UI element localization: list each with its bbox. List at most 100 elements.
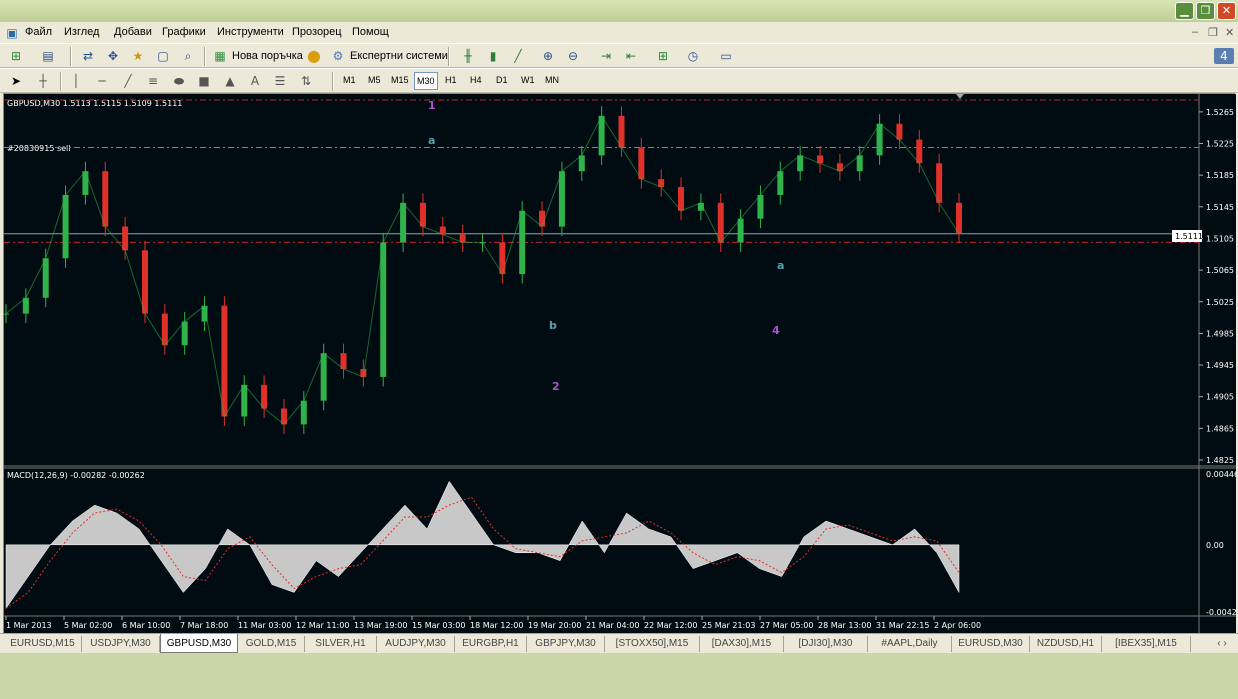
chart-tab[interactable]: [DJI30],M30 bbox=[784, 636, 868, 652]
candle-body bbox=[419, 202, 426, 227]
new-order-icon[interactable]: ▦ bbox=[212, 48, 228, 64]
indicators-icon[interactable]: ⊞ bbox=[655, 48, 671, 64]
candle-body bbox=[956, 202, 962, 234]
channel-icon[interactable]: ≡ bbox=[145, 73, 161, 89]
candle-body bbox=[737, 218, 744, 243]
maximize-button[interactable]: ❐ bbox=[1196, 2, 1215, 20]
rectangle-icon[interactable]: ■ bbox=[196, 73, 212, 89]
menu-file[interactable]: Файл bbox=[25, 26, 52, 38]
horizontal-line-icon[interactable]: ─ bbox=[94, 73, 110, 89]
menu-tools[interactable]: Инструменти bbox=[217, 26, 284, 38]
zoom-out-icon[interactable]: ⊖ bbox=[565, 48, 581, 64]
chart-tab[interactable]: NZDUSD,H1 bbox=[1030, 636, 1102, 652]
y-tick-label: 1.4865 bbox=[1206, 424, 1234, 433]
fibonacci-icon[interactable]: ☰ bbox=[272, 73, 288, 89]
chart-tab[interactable]: #AAPL,Daily bbox=[868, 636, 952, 652]
tab-scroll-arrows-icon[interactable]: ‹ › bbox=[1208, 636, 1236, 652]
zoom-in-icon[interactable]: ⊕ bbox=[540, 48, 556, 64]
terminal-icon[interactable]: ▢ bbox=[155, 48, 171, 64]
candle-body bbox=[717, 202, 724, 243]
tf-d1[interactable]: D1 bbox=[496, 75, 508, 85]
chart-tab[interactable]: [STOXX50],M15 bbox=[605, 636, 700, 652]
expert-systems-icon[interactable]: ⚙ bbox=[330, 48, 346, 64]
new-chart-icon[interactable]: ⊞ bbox=[8, 48, 24, 64]
notifications-badge[interactable]: 4 bbox=[1214, 48, 1234, 64]
navigator-icon[interactable]: ✥ bbox=[105, 48, 121, 64]
tf-h1[interactable]: H1 bbox=[445, 75, 457, 85]
warning-icon[interactable]: ⬤ bbox=[306, 48, 322, 64]
x-tick-label: 11 Mar 03:00 bbox=[238, 621, 291, 630]
title-bar: ▁ ❐ ✕ bbox=[0, 0, 1238, 22]
chart-tab[interactable]: SILVER,H1 bbox=[305, 636, 377, 652]
templates-icon[interactable]: ▭ bbox=[718, 48, 734, 64]
market-watch-icon[interactable]: ⇄ bbox=[80, 48, 96, 64]
tf-m30[interactable]: M30 bbox=[414, 72, 438, 90]
candle-body bbox=[102, 171, 109, 227]
cursor-icon[interactable]: ➤ bbox=[8, 73, 24, 89]
order-label: #20830915 sell bbox=[7, 144, 71, 153]
ellipse-icon[interactable]: ⬬ bbox=[171, 73, 187, 89]
mdi-minimize-icon[interactable]: – bbox=[1192, 26, 1198, 38]
menu-charts[interactable]: Графики bbox=[162, 26, 206, 38]
expert-systems-button[interactable]: Експертни системи bbox=[350, 50, 448, 62]
tf-h4[interactable]: H4 bbox=[470, 75, 482, 85]
mdi-restore-icon[interactable]: ❐ bbox=[1208, 26, 1218, 39]
tf-m15[interactable]: M15 bbox=[391, 75, 409, 85]
candle-body bbox=[261, 384, 268, 409]
menu-window[interactable]: Прозорец bbox=[292, 26, 342, 38]
chart-tab[interactable]: EURUSD,M15 bbox=[4, 636, 82, 652]
trendline-icon[interactable]: ╱ bbox=[120, 73, 136, 89]
chart-tab[interactable]: EURUSD,M30 bbox=[952, 636, 1030, 652]
menu-view[interactable]: Изглед bbox=[64, 26, 99, 38]
chart-shift-icon[interactable]: ⇤ bbox=[623, 48, 639, 64]
strategy-tester-icon[interactable]: ⌕ bbox=[180, 48, 196, 64]
candle-body bbox=[499, 242, 506, 275]
minimize-button[interactable]: ▁ bbox=[1175, 2, 1194, 20]
chart-tab[interactable]: GBPJPY,M30 bbox=[527, 636, 605, 652]
text-icon[interactable]: A bbox=[247, 73, 263, 89]
crosshair-icon[interactable]: ┼ bbox=[35, 73, 51, 89]
tf-w1[interactable]: W1 bbox=[521, 75, 535, 85]
autoscroll-icon[interactable]: ⇥ bbox=[598, 48, 614, 64]
arrows-icon[interactable]: ⇅ bbox=[298, 73, 314, 89]
x-tick-label: 7 Mar 18:00 bbox=[180, 621, 228, 630]
profiles-icon[interactable]: ▤ bbox=[40, 48, 56, 64]
menu-insert[interactable]: Добави bbox=[114, 26, 152, 38]
close-button[interactable]: ✕ bbox=[1217, 2, 1236, 20]
wave-label: a bbox=[428, 134, 435, 147]
chart-window[interactable]: GBPUSD,M30 1.5113 1.5115 1.5109 1.5111 #… bbox=[3, 93, 1238, 634]
y-tick-label: 1.5065 bbox=[1206, 266, 1234, 275]
chart-tab[interactable]: AUDJPY,M30 bbox=[377, 636, 455, 652]
chart-tab[interactable]: USDJPY,M30 bbox=[82, 636, 160, 652]
chart-tab[interactable]: GBPUSD,M30 bbox=[160, 634, 238, 653]
new-order-button[interactable]: Нова поръчка bbox=[232, 50, 303, 62]
candle-body bbox=[62, 194, 69, 259]
x-tick-label: 25 Mar 21:03 bbox=[702, 621, 755, 630]
chart-tab[interactable]: [DAX30],M15 bbox=[700, 636, 784, 652]
macd-tick-label: 0.00446 bbox=[1206, 470, 1236, 479]
tf-mn[interactable]: MN bbox=[545, 75, 559, 85]
line-chart-icon[interactable]: ╱ bbox=[510, 48, 526, 64]
wave-label: 2 bbox=[552, 380, 560, 393]
periods-icon[interactable]: ◷ bbox=[685, 48, 701, 64]
candle-body bbox=[618, 115, 625, 148]
macd-tick-label: 0.00 bbox=[1206, 541, 1224, 550]
candle-chart-icon[interactable]: ▮ bbox=[485, 48, 501, 64]
chart-tab[interactable]: EURGBP,H1 bbox=[455, 636, 527, 652]
chart-tab[interactable]: GOLD,M15 bbox=[238, 636, 305, 652]
tf-m5[interactable]: M5 bbox=[368, 75, 381, 85]
triangle-icon[interactable]: ▲ bbox=[222, 73, 238, 89]
menu-bar: ▣ Файл Изглед Добави Графики Инструменти… bbox=[0, 22, 1238, 43]
chart-canvas[interactable]: GBPUSD,M30 1.5113 1.5115 1.5109 1.5111 #… bbox=[3, 94, 1238, 634]
chart-tab[interactable]: [IBEX35],M15 bbox=[1102, 636, 1191, 652]
vertical-line-icon[interactable]: │ bbox=[68, 73, 84, 89]
mdi-close-icon[interactable]: ✕ bbox=[1225, 26, 1234, 39]
candle-body bbox=[300, 400, 307, 425]
candle-body bbox=[757, 194, 764, 219]
bar-chart-icon[interactable]: ╫ bbox=[460, 48, 476, 64]
x-tick-label: 21 Mar 04:00 bbox=[586, 621, 639, 630]
candle-body bbox=[678, 187, 685, 211]
menu-help[interactable]: Помощ bbox=[352, 26, 389, 38]
favorites-icon[interactable]: ★ bbox=[130, 48, 146, 64]
tf-m1[interactable]: M1 bbox=[343, 75, 356, 85]
